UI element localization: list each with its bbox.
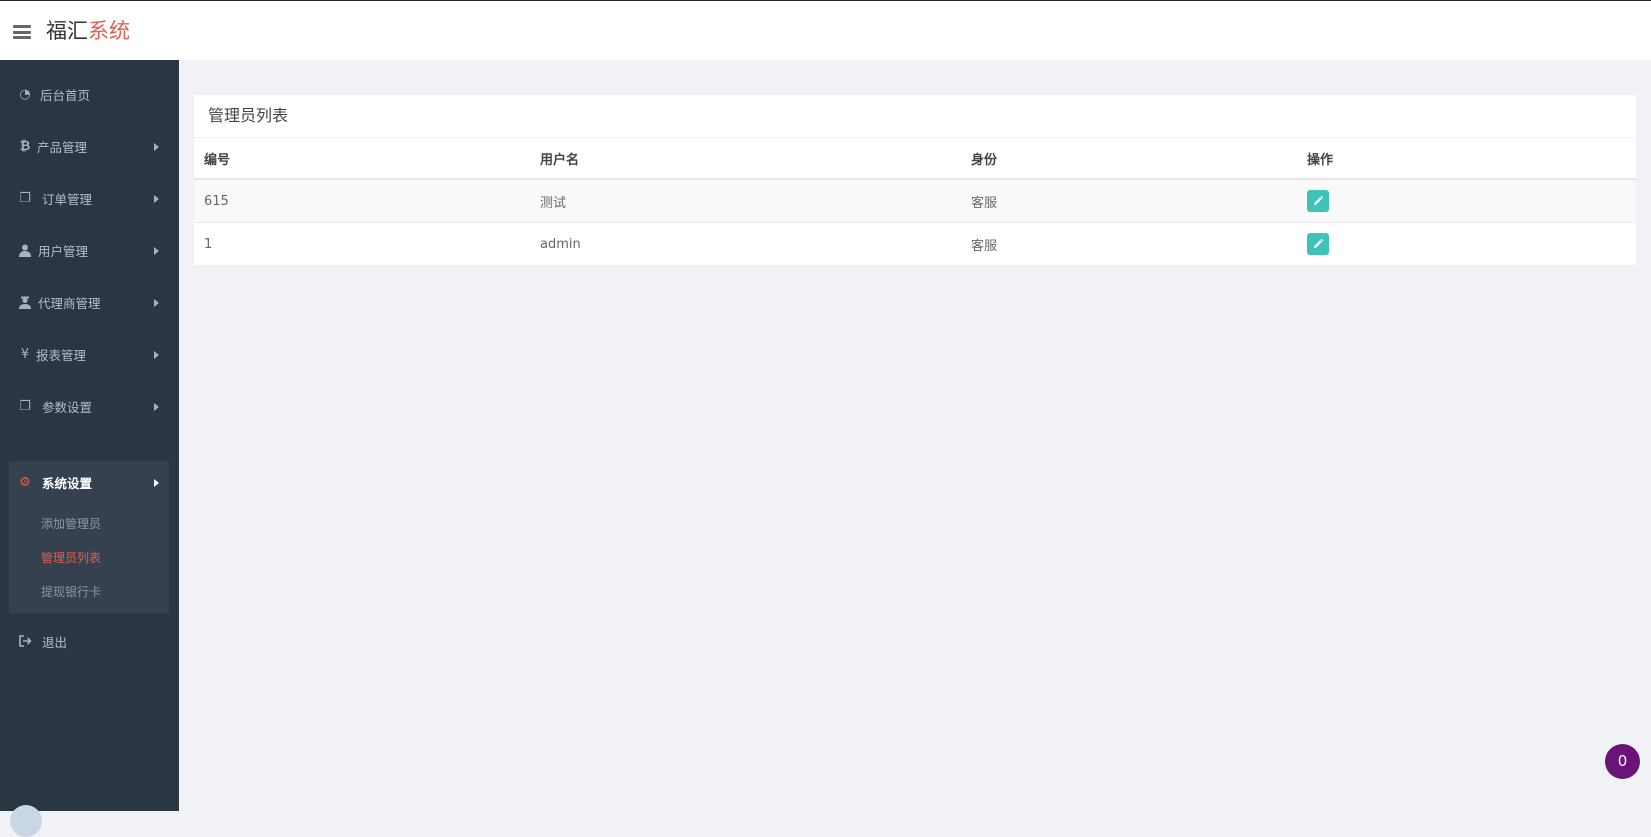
sidebar-item-label: 参数设置 [42, 400, 93, 415]
sidebar-item-label: 用户管理 [38, 244, 89, 259]
column-header-role: 身份 [961, 138, 1297, 180]
copy-icon: ❐ [19, 399, 31, 414]
admin-table: 编号 用户名 身份 操作 615 测试 客服 1 admin 客服 [194, 138, 1636, 265]
sidebar-item-users[interactable]: 用户管理 [0, 232, 179, 272]
sidebar-item-label: 代理商管理 [38, 296, 101, 311]
notification-badge[interactable]: 0 [1605, 744, 1640, 779]
sidebar-item-system-settings[interactable]: ⚙ 系统设置 [0, 464, 179, 504]
cell-actions [1297, 178, 1636, 223]
brand-name-part2: 系统 [88, 19, 130, 43]
sidebar-item-label: 报表管理 [36, 348, 87, 363]
pencil-icon [1314, 238, 1324, 248]
sidebar-item-orders[interactable]: ❐ 订单管理 [0, 180, 179, 220]
yen-icon: ¥ [20, 347, 30, 362]
cell-username: 测试 [530, 178, 961, 223]
sidebar-item-parameters[interactable]: ❐ 参数设置 [0, 388, 179, 428]
edit-button[interactable] [1307, 190, 1329, 212]
menu-toggle-icon[interactable] [13, 25, 31, 39]
caret-right-icon [154, 299, 159, 307]
cell-actions [1297, 222, 1636, 265]
sidebar-item-label: 订单管理 [42, 192, 93, 207]
column-header-id: 编号 [194, 138, 530, 180]
submenu-item-admin-list[interactable]: 管理员列表 [41, 550, 101, 566]
sidebar-item-label: 后台首页 [40, 88, 91, 103]
caret-right-icon [154, 351, 159, 359]
cell-id: 1 [194, 222, 530, 265]
sidebar-item-reports[interactable]: ¥ 报表管理 [0, 336, 179, 376]
edit-button[interactable] [1307, 233, 1329, 255]
caret-right-icon [154, 143, 159, 151]
panel-title: 管理员列表 [194, 95, 1636, 138]
sidebar-item-logout[interactable]: 退出 [0, 623, 179, 663]
main-content: 管理员列表 编号 用户名 身份 操作 615 测试 客服 1 admin 客服 [194, 95, 1636, 265]
cell-id: 615 [194, 178, 530, 223]
submenu-item-add-admin[interactable]: 添加管理员 [41, 516, 101, 532]
table-header-row: 编号 用户名 身份 操作 [194, 138, 1636, 180]
user-secret-icon [18, 296, 32, 310]
caret-right-icon [154, 403, 159, 411]
table-row: 1 admin 客服 [194, 222, 1636, 265]
sidebar-item-agents[interactable]: 代理商管理 [0, 284, 179, 324]
brand-name-part1: 福汇 [46, 19, 88, 43]
copy-icon: ❐ [19, 191, 31, 206]
caret-right-icon [154, 195, 159, 203]
sidebar-item-label: 产品管理 [37, 140, 88, 155]
user-icon [18, 244, 32, 258]
caret-right-icon [154, 479, 159, 487]
cell-role: 客服 [961, 178, 1297, 223]
admin-list-panel: 管理员列表 编号 用户名 身份 操作 615 测试 客服 1 admin 客服 [194, 95, 1636, 265]
dashboard-icon: ◔ [19, 87, 31, 102]
gears-icon: ⚙ [19, 475, 31, 490]
submenu-item-withdraw-bank-card[interactable]: 提现银行卡 [41, 584, 101, 600]
sidebar-item-products[interactable]: ₿ 产品管理 [0, 128, 179, 168]
sidebar-item-label: 系统设置 [42, 476, 93, 491]
sidebar-group-system-settings: ⚙ 系统设置 添加管理员 管理员列表 提现银行卡 [9, 461, 169, 613]
bitcoin-icon: ₿ [19, 139, 31, 154]
avatar[interactable] [10, 805, 42, 837]
sidebar-item-label: 退出 [42, 635, 68, 650]
sidebar: ◔ 后台首页 ₿ 产品管理 ❐ 订单管理 用户管理 代理商管理 ¥ 报表管理 ❐… [0, 60, 179, 837]
top-bar: 福汇系统 [0, 0, 1651, 60]
cell-username: admin [530, 222, 961, 265]
sign-out-icon [18, 635, 32, 649]
pencil-icon [1314, 195, 1324, 205]
caret-right-icon [154, 247, 159, 255]
sidebar-item-dashboard[interactable]: ◔ 后台首页 [0, 76, 179, 116]
column-header-actions: 操作 [1297, 138, 1636, 180]
brand-logo[interactable]: 福汇系统 [46, 18, 130, 44]
table-row: 615 测试 客服 [194, 178, 1636, 223]
column-header-username: 用户名 [530, 138, 961, 180]
cell-role: 客服 [961, 222, 1297, 265]
